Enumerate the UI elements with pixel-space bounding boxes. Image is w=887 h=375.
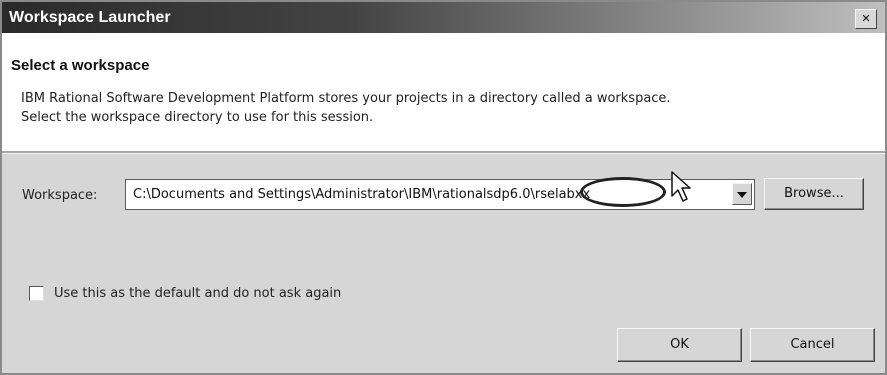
title-bar[interactable]: Workspace Launcher × [2, 2, 885, 33]
description-line-2: Select the workspace directory to use fo… [21, 110, 374, 125]
default-checkbox[interactable] [29, 286, 44, 301]
cancel-button[interactable]: Cancel [750, 328, 875, 362]
workspace-path-input[interactable] [126, 180, 726, 209]
workspace-label: Workspace: [22, 188, 98, 203]
workspace-dropdown-button[interactable] [732, 183, 752, 205]
browse-button[interactable]: Browse... [764, 178, 864, 210]
close-icon: × [861, 10, 871, 27]
workspace-launcher-dialog: Workspace Launcher × Select a workspace … [0, 0, 887, 375]
header-description: IBM Rational Software Development Platfo… [21, 89, 861, 127]
workspace-combo[interactable] [125, 179, 755, 210]
window-title: Workspace Launcher [9, 9, 171, 26]
default-checkbox-label[interactable]: Use this as the default and do not ask a… [54, 286, 341, 301]
close-button[interactable]: × [855, 9, 877, 29]
header-separator [2, 151, 885, 154]
ok-button[interactable]: OK [617, 328, 742, 362]
header-title: Select a workspace [11, 57, 150, 74]
chevron-down-icon [737, 192, 747, 198]
dialog-header: Select a workspace IBM Rational Software… [2, 33, 885, 151]
description-line-1: IBM Rational Software Development Platfo… [21, 91, 671, 106]
